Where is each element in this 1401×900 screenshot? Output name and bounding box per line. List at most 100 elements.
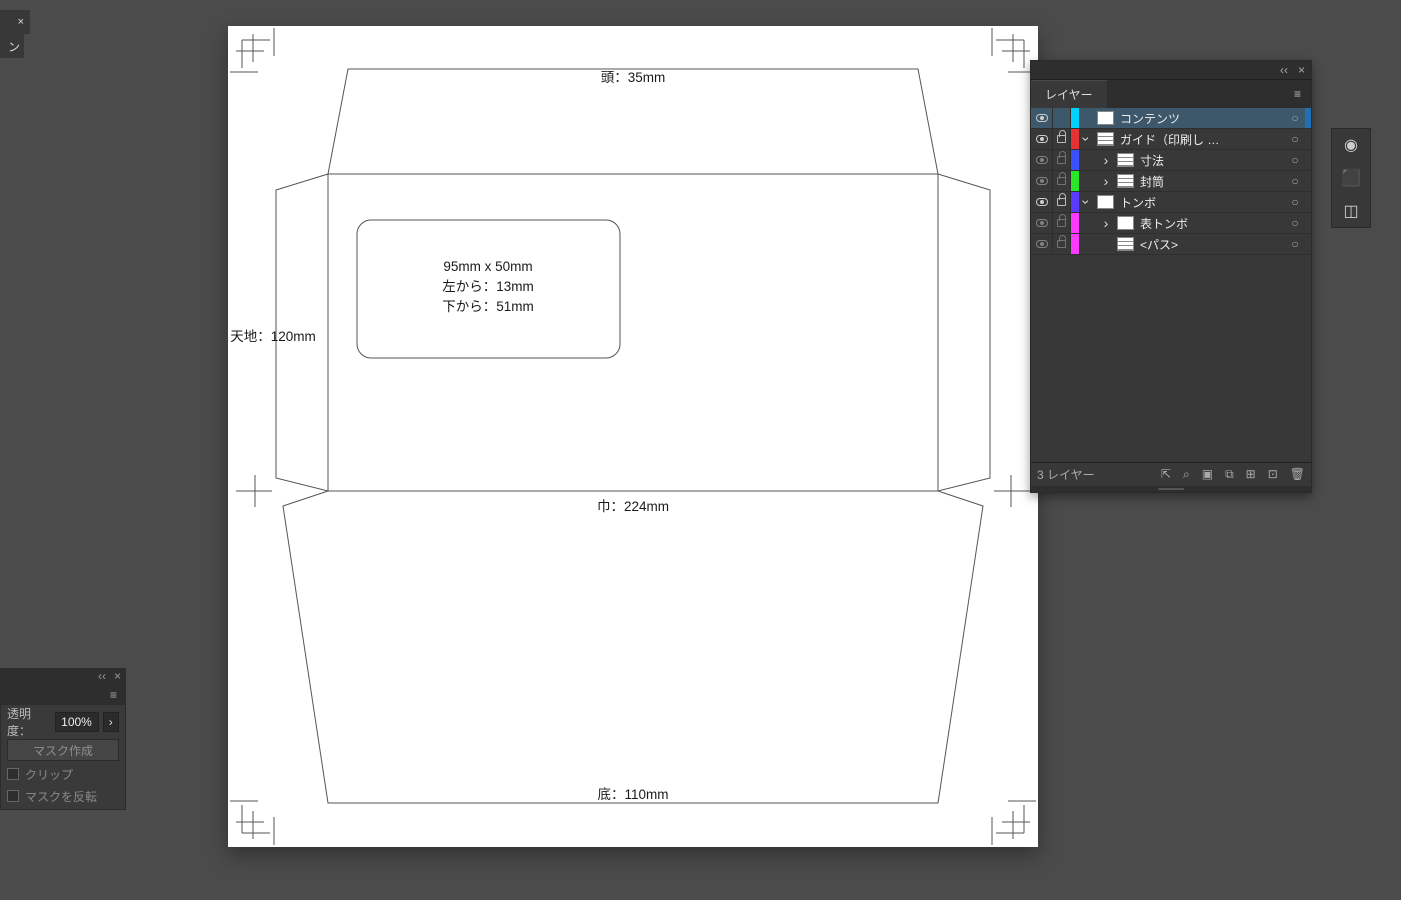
make-mask-button[interactable]: マスク作成 [7, 739, 119, 761]
panel-titlebar[interactable]: ‹‹ × [1, 669, 125, 685]
target-icon[interactable]: ○ [1285, 153, 1305, 167]
lock-toggle[interactable] [1053, 108, 1071, 128]
selection-indicator [1305, 108, 1311, 128]
layer-row-fronttombo[interactable]: 表トンボ○ [1031, 213, 1311, 234]
layers-footer: 3 レイヤー ⇱ ⌕ ▣ ⧉ ⊞ ⊡ 🗑 [1031, 462, 1311, 486]
panel-titlebar[interactable]: ‹‹ × [1031, 61, 1311, 79]
layer-name[interactable]: コンテンツ [1118, 110, 1285, 127]
invert-mask-checkbox[interactable] [7, 790, 19, 802]
lock-icon [1057, 219, 1066, 227]
layer-row-env[interactable]: 封筒○ [1031, 171, 1311, 192]
locate-object-icon[interactable]: ⧉ [1225, 467, 1234, 482]
collapse-icon[interactable]: ‹‹ [98, 669, 106, 685]
target-icon[interactable]: ○ [1285, 237, 1305, 251]
layers-panel[interactable]: ‹‹ × レイヤー ≡ コンテンツ○ガイド（印刷し …○寸法○封筒○トンボ○表ト… [1030, 60, 1312, 493]
eye-icon [1036, 156, 1048, 164]
invert-checkbox-row[interactable]: マスクを反転 [7, 787, 119, 805]
close-icon[interactable]: × [1298, 63, 1305, 77]
disclosure-toggle[interactable] [1079, 129, 1093, 149]
collapse-icon[interactable]: ‹‹ [1280, 63, 1288, 77]
appearance-icon[interactable]: ◉ [1344, 135, 1358, 155]
delete-layer-icon[interactable]: 🗑 [1290, 467, 1305, 482]
layer-row-contents[interactable]: コンテンツ○ [1031, 108, 1311, 129]
new-layer-icon[interactable]: ⊡ [1268, 467, 1278, 482]
layer-color-strip [1071, 234, 1079, 254]
panel-menu-icon[interactable]: ≡ [1284, 87, 1311, 101]
target-icon[interactable]: ○ [1285, 132, 1305, 146]
docked-panel-tab[interactable]: × [0, 10, 30, 34]
visibility-toggle[interactable] [1031, 150, 1053, 170]
layer-row-tombo[interactable]: トンボ○ [1031, 192, 1311, 213]
tab-close-icon[interactable]: × [18, 16, 24, 28]
layers-count: 3 レイヤー [1037, 466, 1095, 483]
lock-toggle[interactable] [1053, 213, 1071, 233]
visibility-toggle[interactable] [1031, 129, 1053, 149]
panel-resize-grip[interactable] [1031, 486, 1311, 492]
lock-toggle[interactable] [1053, 129, 1071, 149]
selection-indicator [1305, 234, 1311, 254]
visibility-toggle[interactable] [1031, 171, 1053, 191]
opacity-stepper[interactable]: › [103, 712, 120, 732]
visibility-toggle[interactable] [1031, 108, 1053, 128]
layer-thumbnail [1097, 195, 1114, 209]
eye-icon [1036, 240, 1048, 248]
new-sublayer-icon[interactable]: ⊞ [1246, 467, 1256, 482]
lock-toggle[interactable] [1053, 171, 1071, 191]
layer-name[interactable]: 寸法 [1138, 152, 1285, 169]
chevron-icon [1104, 173, 1109, 189]
layer-row-guide[interactable]: ガイド（印刷し …○ [1031, 129, 1311, 150]
lock-toggle[interactable] [1053, 192, 1071, 212]
target-icon[interactable]: ○ [1285, 111, 1305, 125]
disclosure-toggle[interactable] [1079, 192, 1093, 212]
opacity-input[interactable] [55, 712, 99, 732]
collapsed-panel-dock[interactable]: ◉ ⬛ ◫ [1331, 128, 1371, 228]
close-icon[interactable]: × [114, 669, 121, 685]
disclosure-toggle[interactable] [1099, 150, 1113, 170]
selection-indicator [1305, 192, 1311, 212]
visibility-toggle[interactable] [1031, 213, 1053, 233]
target-icon[interactable]: ○ [1285, 174, 1305, 188]
docked-panel-stub: ン [0, 34, 24, 58]
layer-color-strip [1071, 150, 1079, 170]
eye-icon [1036, 177, 1048, 185]
layer-thumbnail [1097, 132, 1114, 146]
panel-menu-icon[interactable]: ≡ [110, 688, 117, 702]
visibility-toggle[interactable] [1031, 192, 1053, 212]
eye-icon [1036, 219, 1048, 227]
visibility-toggle[interactable] [1031, 234, 1053, 254]
clip-checkbox[interactable] [7, 768, 19, 780]
label-bottom: 底：110mm [597, 787, 668, 802]
lock-icon [1057, 156, 1066, 164]
label-height: 天地：120mm [230, 329, 316, 344]
align-icon[interactable]: ⬛ [1341, 168, 1361, 188]
disclosure-toggle[interactable] [1099, 171, 1113, 191]
layer-name[interactable]: トンボ [1118, 194, 1285, 211]
clip-checkbox-row[interactable]: クリップ [7, 765, 119, 783]
disclosure-toggle [1079, 108, 1093, 128]
export-icon[interactable]: ⇱ [1161, 467, 1171, 482]
lock-toggle[interactable] [1053, 234, 1071, 254]
layer-row-dim[interactable]: 寸法○ [1031, 150, 1311, 171]
lock-icon [1057, 240, 1066, 248]
label-window-size: 95mm x 50mm [443, 259, 532, 274]
transparency-panel[interactable]: ‹‹ × ≡ 透明度： › マスク作成 クリップ マスクを反転 [0, 668, 126, 810]
target-icon[interactable]: ○ [1285, 216, 1305, 230]
layers-tab-label: レイヤー [1045, 88, 1093, 102]
layers-list[interactable]: コンテンツ○ガイド（印刷し …○寸法○封筒○トンボ○表トンボ○<パス>○ [1031, 108, 1311, 255]
layer-name[interactable]: 表トンボ [1138, 215, 1285, 232]
layer-name[interactable]: 封筒 [1138, 173, 1285, 190]
layer-name[interactable]: <パス> [1138, 236, 1285, 253]
artboard[interactable]: 頭：35mm 天地：120mm 巾：224mm 底：110mm 95mm x 5… [228, 26, 1038, 847]
layers-tab[interactable]: レイヤー [1031, 80, 1107, 108]
target-icon[interactable]: ○ [1285, 195, 1305, 209]
pathfinder-icon[interactable]: ◫ [1343, 201, 1358, 221]
clipping-mask-icon[interactable]: ▣ [1202, 467, 1213, 482]
trim-mark [230, 28, 1036, 845]
label-window-left: 左から：13mm [442, 279, 534, 294]
layer-thumbnail [1117, 237, 1134, 251]
lock-toggle[interactable] [1053, 150, 1071, 170]
layer-name[interactable]: ガイド（印刷し … [1118, 131, 1285, 148]
find-layer-icon[interactable]: ⌕ [1183, 467, 1190, 482]
disclosure-toggle[interactable] [1099, 213, 1113, 233]
layer-row-path[interactable]: <パス>○ [1031, 234, 1311, 255]
